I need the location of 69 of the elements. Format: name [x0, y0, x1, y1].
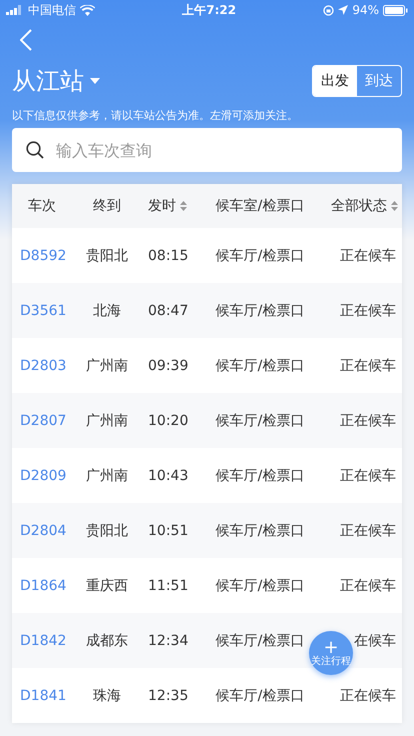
train-number-link[interactable]: D2803 [20, 358, 66, 374]
train-number-link[interactable]: D2804 [20, 522, 66, 538]
table-cell: 正在候车 [340, 688, 396, 704]
table-cell: 候车厅/检票口 [216, 412, 304, 428]
notice-text: 以下信息仅供参考，请以车站公告为准。左滑可添加关注。 [11, 108, 299, 124]
table-cell: 候车厅/检票口 [216, 688, 304, 704]
table-cell: 贵阳北 [86, 522, 128, 538]
table-cell: 正在候车 [340, 468, 396, 484]
table-cell: 重庆西 [86, 578, 128, 594]
table-cell: 广州南 [86, 358, 128, 374]
column-header: 车次 [28, 197, 56, 215]
train-number-link[interactable]: D1864 [20, 578, 66, 594]
table-cell: 成都东 [86, 632, 128, 648]
sort-icon[interactable] [180, 201, 187, 211]
table-cell: 正在候车 [340, 522, 396, 538]
train-number-link[interactable]: D2809 [20, 468, 66, 484]
column-header[interactable]: 发时 [148, 197, 176, 215]
table-cell: 候车厅/检票口 [216, 468, 304, 484]
column-header: 候车室/检票口 [216, 197, 304, 215]
table-cell: 08:15 [148, 248, 188, 264]
table-cell: 11:51 [148, 578, 188, 594]
train-number-link[interactable]: D1841 [20, 688, 66, 704]
table-cell: 12:34 [148, 632, 188, 648]
search-field[interactable]: 输入车次查询 [54, 127, 388, 173]
train-number-link[interactable]: D1842 [20, 632, 66, 648]
table-cell: 珠海 [93, 688, 121, 704]
train-number-link[interactable]: D8592 [20, 248, 66, 264]
wifi-icon [80, 4, 95, 16]
table-cell: 候车厅/检票口 [216, 358, 304, 374]
table-cell: 08:47 [148, 302, 188, 318]
table-cell: 正在候车 [340, 578, 396, 594]
table-cell: 10:43 [148, 468, 188, 484]
table-cell: 广州南 [86, 412, 128, 428]
table-cell: 广州南 [86, 468, 128, 484]
dropdown-caret-icon[interactable] [90, 78, 100, 84]
table-cell: 北海 [93, 302, 121, 318]
carrier-name: 中国电信 [28, 2, 76, 18]
table-cell: 09:39 [148, 358, 188, 374]
table-cell: 12:35 [148, 688, 188, 704]
table-cell: 正在候车 [340, 412, 396, 428]
table-cell: 候车厅/检票口 [216, 578, 304, 594]
search-icon [26, 141, 44, 159]
battery-icon [383, 4, 408, 16]
table-cell: 候车厅/检票口 [216, 302, 304, 318]
battery-percent: 94% [352, 3, 379, 17]
search-bar[interactable]: 输入车次查询 [12, 128, 402, 172]
table-cell: 贵阳北 [86, 248, 128, 264]
signal-icon [6, 5, 24, 15]
table-cell: 10:20 [148, 412, 188, 428]
table-cell: 正在候车 [340, 248, 396, 264]
table-cell: 候车厅/检票口 [216, 248, 304, 264]
column-header[interactable]: 全部状态 [331, 197, 387, 215]
station-title[interactable]: 从江站 [12, 65, 84, 97]
rotation-lock-icon [323, 4, 334, 16]
column-header: 终到 [93, 197, 121, 215]
direction-tab[interactable]: 到达 [357, 66, 401, 96]
train-number-link[interactable]: D2807 [20, 412, 66, 428]
status-time: 上午7:22 [182, 2, 236, 18]
back-icon[interactable] [20, 29, 32, 51]
table-cell: 候车厅/检票口 [216, 522, 304, 538]
table-cell: 在候车 [354, 632, 396, 648]
train-number-link[interactable]: D3561 [20, 302, 66, 318]
table-cell: 正在候车 [340, 302, 396, 318]
table-cell: 正在候车 [340, 358, 396, 374]
sort-icon[interactable] [391, 201, 398, 211]
direction-tab[interactable]: 出发 [313, 66, 357, 96]
table-cell: 10:51 [148, 522, 188, 538]
table-cell: 候车厅/检票口 [216, 632, 304, 648]
location-icon [338, 5, 348, 15]
